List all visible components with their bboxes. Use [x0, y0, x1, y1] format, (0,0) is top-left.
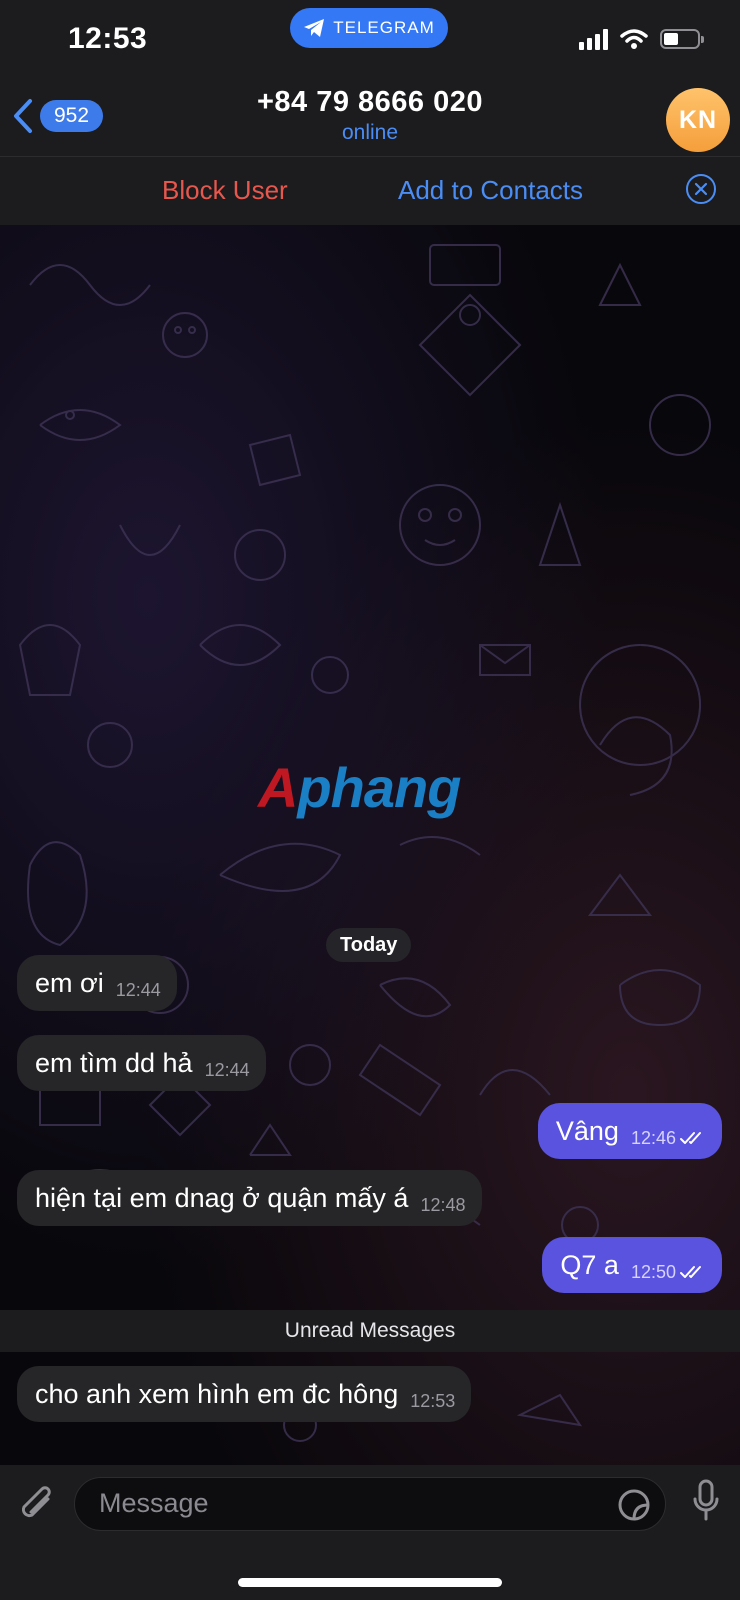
- chat-title: +84 79 8666 020: [256, 86, 484, 118]
- status-icons: [579, 28, 704, 50]
- outgoing-message[interactable]: Q7 a 12:50: [542, 1237, 722, 1293]
- sticker-button[interactable]: [617, 1488, 651, 1527]
- message-time: 12:53: [410, 1390, 456, 1411]
- status-time: 12:53: [68, 22, 148, 55]
- back-button[interactable]: 952: [12, 98, 104, 134]
- chat-title-area[interactable]: +84 79 8666 020 online: [170, 86, 570, 145]
- signal-icon: [579, 28, 608, 50]
- chat-header: 952 +84 79 8666 020 online KN: [0, 80, 740, 157]
- voice-record-button[interactable]: [692, 1479, 720, 1528]
- paperclip-icon: [21, 1486, 51, 1518]
- message-text: hiện tại em dnag ở quận mấy á: [35, 1182, 409, 1213]
- block-user-button[interactable]: Block User: [162, 175, 288, 206]
- message-text: em ơi: [35, 967, 104, 998]
- close-circle-icon: [694, 182, 708, 196]
- wifi-icon: [620, 29, 648, 49]
- message-text: Vâng: [555, 1115, 619, 1146]
- message-time: 12:44: [204, 1059, 250, 1080]
- incoming-message[interactable]: em tìm dd hả 12:44: [17, 1035, 266, 1091]
- message-time: 12:46: [630, 1127, 676, 1148]
- incoming-message[interactable]: cho anh xem hình em đc hông 12:53: [17, 1366, 472, 1422]
- microphone-icon: [693, 1479, 719, 1521]
- incoming-message[interactable]: hiện tại em dnag ở quận mấy á 12:48: [17, 1170, 482, 1226]
- chat-status: online: [341, 121, 399, 144]
- outgoing-message[interactable]: Vâng 12:46: [537, 1103, 722, 1159]
- message-text: cho anh xem hình em đc hông: [35, 1378, 399, 1409]
- incoming-message[interactable]: em ơi 12:44: [17, 955, 177, 1011]
- attach-button[interactable]: [18, 1483, 58, 1532]
- message-input[interactable]: [97, 1487, 581, 1520]
- message-field[interactable]: [74, 1477, 666, 1531]
- return-to-telegram-pill[interactable]: TELEGRAM: [290, 8, 448, 48]
- back-chevron-icon: [14, 99, 32, 133]
- read-ticks-icon: [680, 1132, 701, 1144]
- add-to-contacts-button[interactable]: Add to Contacts: [398, 175, 583, 206]
- composer-bar: [0, 1465, 740, 1600]
- message-text: Q7 a: [560, 1249, 619, 1280]
- avatar[interactable]: KN: [666, 88, 730, 152]
- sticker-icon: [618, 1489, 650, 1521]
- date-separator: Today: [326, 928, 412, 962]
- message-time: 12:48: [420, 1194, 466, 1215]
- message-time: 12:50: [630, 1261, 676, 1282]
- watermark-logo: Aphang: [258, 756, 461, 819]
- home-indicator[interactable]: [238, 1578, 502, 1587]
- close-bar-button[interactable]: [686, 174, 716, 204]
- message-text: em tìm dd hả: [35, 1047, 193, 1078]
- chat-area[interactable]: Aphang Today em ơi 12:44 em tìm dd hả 12…: [0, 225, 740, 1465]
- telegram-plane-icon: [304, 19, 325, 37]
- message-time: 12:44: [115, 979, 161, 1000]
- status-bar: 12:53 TELEGRAM: [0, 0, 740, 80]
- read-ticks-icon: [680, 1266, 701, 1278]
- app-pill-label: TELEGRAM: [333, 18, 435, 37]
- unread-messages-divider: Unread Messages: [0, 1310, 740, 1352]
- contact-action-bar: Block User Add to Contacts: [0, 157, 740, 225]
- battery-icon: [660, 29, 704, 49]
- unread-count-badge: 952: [40, 100, 104, 132]
